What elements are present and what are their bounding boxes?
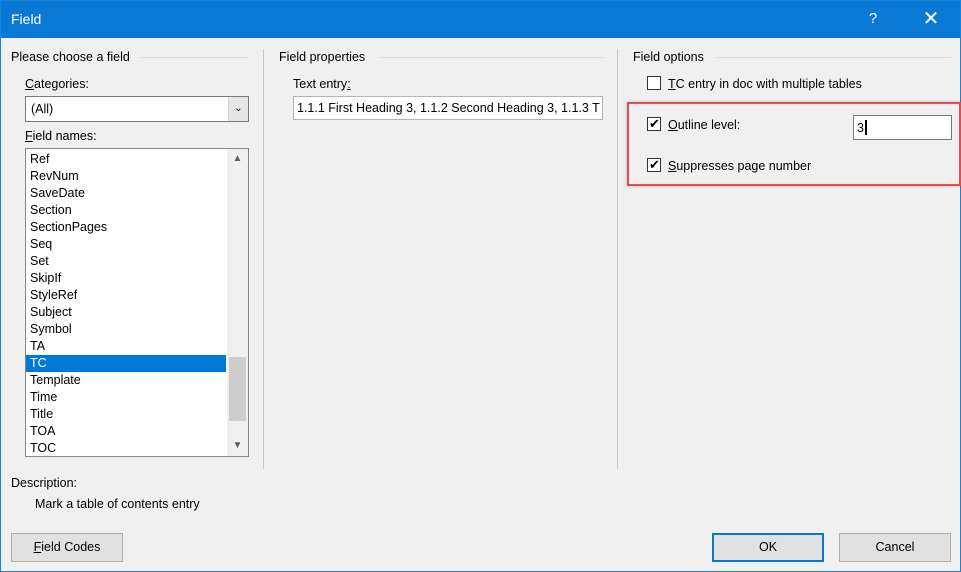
list-scrollbar[interactable]: ▲ ▼ [227, 149, 248, 456]
field-codes-button[interactable]: Field Codes [11, 533, 123, 562]
list-item[interactable]: TC [26, 355, 226, 372]
group-divider [141, 57, 249, 58]
vertical-divider [617, 49, 618, 469]
categories-value: (All) [31, 102, 54, 116]
list-item[interactable]: Section [26, 202, 226, 219]
group-divider [717, 57, 951, 58]
categories-label: Categories: [25, 77, 89, 91]
field-options-group-title: Field options [633, 50, 704, 64]
chevron-down-icon[interactable]: ▼ [227, 436, 248, 456]
description-text: Mark a table of contents entry [35, 497, 200, 511]
list-item[interactable]: TA [26, 338, 226, 355]
chevron-down-icon[interactable]: ⌄ [228, 97, 248, 121]
field-names-label: Field names: [25, 129, 97, 143]
dialog-title: Field [11, 11, 42, 27]
choose-field-group-title: Please choose a field [11, 50, 130, 64]
list-item[interactable]: StyleRef [26, 287, 226, 304]
ok-button[interactable]: OK [712, 533, 824, 562]
chevron-up-icon[interactable]: ▲ [227, 149, 248, 169]
help-icon[interactable]: ? [859, 6, 887, 32]
highlight-box [627, 102, 961, 186]
list-item[interactable]: RevNum [26, 168, 226, 185]
list-item[interactable]: Template [26, 372, 226, 389]
categories-select[interactable]: (All) ⌄ [25, 96, 249, 122]
list-item[interactable]: Set [26, 253, 226, 270]
field-properties-group-title: Field properties [279, 50, 366, 64]
group-divider [379, 57, 603, 58]
list-item[interactable]: Time [26, 389, 226, 406]
field-names-list[interactable]: Ref RevNum SaveDate Section SectionPages Seq S… [25, 148, 249, 457]
list-item[interactable]: TOC [26, 440, 226, 456]
text-entry-label: Text entry: [293, 77, 351, 91]
list-item[interactable]: Symbol [26, 321, 226, 338]
list-item[interactable]: TOA [26, 423, 226, 440]
list-item[interactable]: Title [26, 406, 226, 423]
vertical-divider [263, 49, 264, 469]
list-item[interactable]: Seq [26, 236, 226, 253]
close-icon[interactable]: ✕ [911, 5, 951, 33]
list-item[interactable]: SectionPages [26, 219, 226, 236]
list-item[interactable]: SkipIf [26, 270, 226, 287]
tc-multiple-tables-label[interactable]: TC entry in doc with multiple tables [668, 77, 862, 91]
text-entry-field[interactable]: 1.1.1 First Heading 3, 1.1.2 Second Head… [293, 96, 603, 120]
cancel-button[interactable]: Cancel [839, 533, 951, 562]
list-item[interactable]: Subject [26, 304, 226, 321]
list-item[interactable]: Ref [26, 151, 226, 168]
description-label: Description: [11, 476, 77, 490]
title-bar: Field ? ✕ [1, 1, 960, 38]
text-entry-value: 1.1.1 First Heading 3, 1.1.2 Second Head… [297, 101, 600, 115]
field-dialog: Field ? ✕ Please choose a field Categori… [0, 0, 961, 572]
list-item[interactable]: SaveDate [26, 185, 226, 202]
field-names-items: Ref RevNum SaveDate Section SectionPages Seq S… [26, 151, 226, 456]
tc-multiple-tables-checkbox[interactable] [647, 76, 661, 90]
scrollbar-thumb[interactable] [229, 357, 246, 421]
